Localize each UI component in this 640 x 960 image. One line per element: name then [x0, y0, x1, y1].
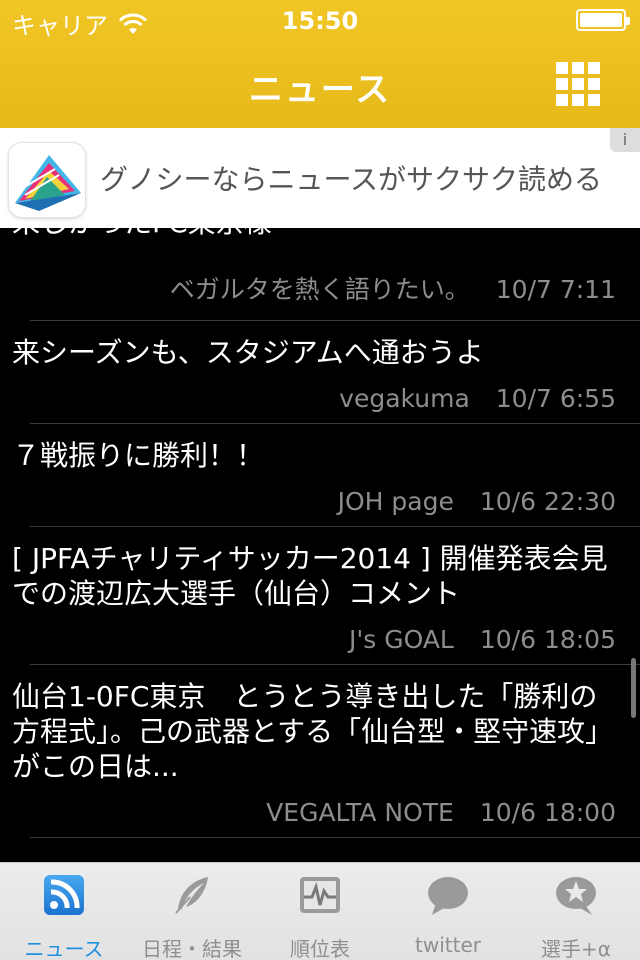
news-title: 来しかったFC東京様: [12, 228, 622, 256]
news-item[interactable]: ７戦振りに勝利！！ JOH page 10/6 22:30: [12, 424, 640, 527]
news-meta: ベガルタを熱く語りたい。 10/7 7:11: [30, 256, 640, 320]
battery-icon: [576, 9, 630, 31]
ad-info-icon[interactable]: i: [610, 128, 640, 152]
rss-icon: [44, 875, 84, 915]
news-source: ベガルタを熱く語りたい。: [169, 275, 470, 304]
news-date: 10/7 7:11: [495, 275, 616, 304]
news-title: 仙台1-0FC東京 とうとう導き出した「勝利の方程式」。己の武器とする「仙台型・…: [12, 680, 614, 783]
news-item[interactable]: 仙台1-0FC東京 とうとう導き出した「勝利の方程式」。己の武器とする「仙台型・…: [12, 665, 640, 838]
news-date: 10/6 18:05: [479, 625, 616, 654]
news-title: [ JPFAチャリティサッカー2014 ] 開催発表会見での渡辺広大選手（仙台）…: [12, 542, 608, 610]
grid-menu-button[interactable]: [556, 62, 600, 106]
news-meta: J's GOAL 10/6 18:05: [30, 611, 640, 664]
feather-icon: [175, 877, 208, 914]
news-date: 10/6 18:00: [479, 798, 616, 827]
tab-bar: ニュース 日程・結果 順位表 twitter 選手+α: [0, 862, 640, 960]
news-date: 10/6 22:30: [479, 487, 616, 516]
news-meta: JOH page 10/6 22:30: [30, 473, 640, 526]
news-date: 10/7 6:55: [495, 384, 616, 413]
news-item[interactable]: 来しかったFC東京様 ベガルタを熱く語りたい。 10/7 7:11: [12, 228, 640, 321]
page-title: ニュース: [248, 70, 392, 110]
speech-bubble-icon: [428, 877, 468, 915]
news-item[interactable]: [ JPFAチャリティサッカー2014 ] 開催発表会見での渡辺広大選手（仙台）…: [12, 527, 640, 665]
news-list[interactable]: 来しかったFC東京様 ベガルタを熱く語りたい。 10/7 7:11 来シーズンも、…: [0, 228, 640, 862]
tab-label: 選手+α: [541, 937, 611, 960]
star-bubble-icon: [556, 877, 596, 915]
news-source: J's GOAL: [349, 625, 454, 654]
tab-label: 日程・結果: [142, 937, 242, 960]
tab-players[interactable]: 選手+α: [512, 863, 640, 960]
tab-twitter[interactable]: twitter: [384, 863, 512, 960]
nav-bar: ニュース: [0, 40, 640, 128]
news-source: vegakuma: [339, 384, 470, 413]
news-source: JOH page: [337, 487, 454, 516]
ad-text: グノシーならニュースがサクサク読める: [100, 163, 603, 196]
tab-label: twitter: [415, 933, 481, 957]
tab-standings[interactable]: 順位表: [256, 863, 384, 960]
news-title: 来シーズンも、スタジアムへ通おうよ: [12, 336, 484, 369]
tab-label: 順位表: [290, 937, 350, 960]
scroll-indicator[interactable]: [631, 658, 636, 718]
ad-banner[interactable]: グノシーならニュースがサクサク読める i: [0, 128, 640, 228]
news-meta: VEGALTA NOTE 10/6 18:00: [30, 784, 640, 837]
top-bar: キャリア 15:50 ニュース: [0, 0, 640, 128]
news-meta: vegakuma 10/7 6:55: [30, 370, 640, 423]
news-source: VEGALTA NOTE: [266, 798, 454, 827]
tab-news[interactable]: ニュース: [0, 863, 128, 960]
tab-label: ニュース: [24, 937, 104, 960]
status-bar: キャリア 15:50: [0, 0, 640, 40]
news-title: ７戦振りに勝利！！: [12, 439, 265, 472]
status-time: 15:50: [281, 7, 359, 35]
gunosy-logo-icon: [8, 142, 86, 218]
tab-schedule[interactable]: 日程・結果: [128, 863, 256, 960]
chart-icon: [300, 877, 340, 913]
news-item[interactable]: 来シーズンも、スタジアムへ通おうよ vegakuma 10/7 6:55: [12, 321, 640, 424]
